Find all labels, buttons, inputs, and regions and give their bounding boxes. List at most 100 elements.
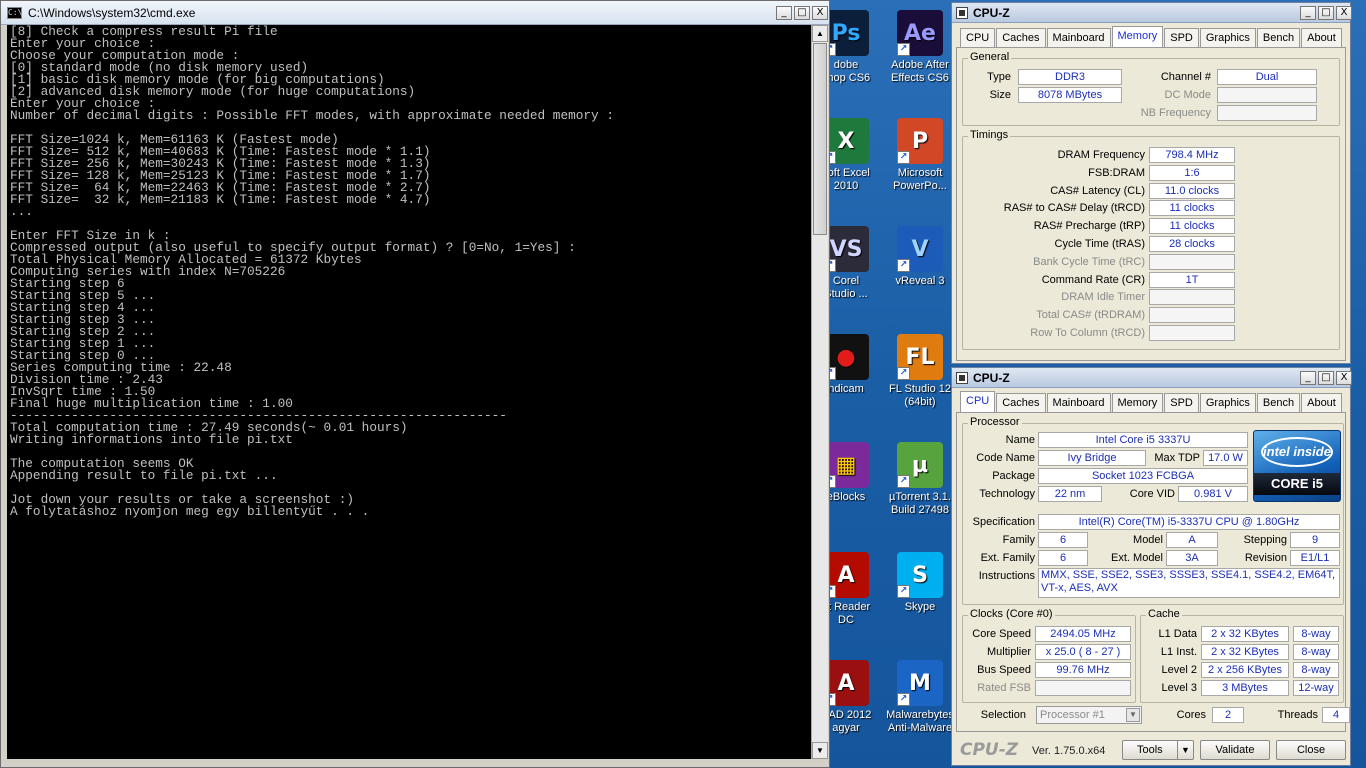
minimize-button[interactable]: _: [1300, 6, 1316, 20]
cache-size-value: 2 x 256 KBytes: [1201, 662, 1289, 678]
tools-button[interactable]: Tools ▼: [1122, 740, 1194, 760]
memory-panel: General Type DDR3 Size 8078 MBytes Chann…: [956, 47, 1346, 361]
desktop-icon[interactable]: µ ↗ µTorrent 3.1. Build 27498: [882, 442, 958, 517]
package-value: Socket 1023 FCBGA: [1038, 468, 1248, 484]
specification-value: Intel(R) Core(TM) i5-3337U CPU @ 1.80GHz: [1038, 514, 1340, 530]
family-value: 6: [1038, 532, 1088, 548]
scroll-thumb[interactable]: [813, 43, 827, 235]
dcmode-value: [1217, 87, 1317, 103]
cpuz-cpu-window-controls: _ □ X: [1300, 371, 1352, 385]
specification-label: Specification: [972, 516, 1035, 528]
cmd-titlebar[interactable]: C:\ C:\Windows\system32\cmd.exe: [1, 1, 829, 25]
tab-memory[interactable]: Memory: [1111, 393, 1164, 412]
cpuz-app-icon: [956, 6, 968, 19]
console-scrollbar[interactable]: ▲ ▼: [811, 25, 828, 759]
maximize-button[interactable]: □: [1318, 371, 1334, 385]
technology-label: Technology: [979, 488, 1035, 500]
selection-value: Processor #1: [1040, 709, 1105, 721]
minimize-button[interactable]: _: [1300, 371, 1316, 385]
cpuz-memory-titlebar[interactable]: CPU-Z: [952, 3, 1350, 23]
console-line: Computing series with index N=705226: [10, 264, 286, 279]
stepping-label: Stepping: [1243, 534, 1287, 546]
minimize-button[interactable]: _: [776, 6, 792, 20]
cpuz-cpu-window[interactable]: CPU-Z _ □ X CPU Caches Mainboard Memory SPD G…: [951, 367, 1352, 766]
maximize-button[interactable]: □: [794, 6, 810, 20]
tab-graphics[interactable]: Graphics: [1199, 393, 1256, 412]
size-label: Size: [989, 89, 1011, 101]
tab-spd[interactable]: SPD: [1164, 393, 1199, 412]
tab-cpu[interactable]: CPU: [960, 28, 996, 47]
threads-label: Threads: [1277, 709, 1318, 721]
scroll-up-button[interactable]: ▲: [812, 25, 828, 42]
timing-label: Command Rate (CR): [1041, 273, 1145, 286]
dropdown-arrow-icon[interactable]: ▼: [1177, 741, 1193, 759]
busspeed-label: Bus Speed: [977, 664, 1031, 676]
tab-about[interactable]: About: [1301, 28, 1342, 47]
desktop-icon[interactable]: P ↗ Microsoft PowerPo...: [882, 118, 958, 193]
desktop-icon[interactable]: FL ↗ FL Studio 12 (64bit): [882, 334, 958, 409]
tab-spd[interactable]: SPD: [1164, 28, 1199, 47]
timing-label: RAS# to CAS# Delay (tRCD): [1003, 202, 1145, 215]
cache-level-label: L1 Data: [1158, 628, 1197, 640]
maximize-button[interactable]: □: [1318, 6, 1334, 20]
window-title: CPU-Z: [973, 5, 1010, 20]
validate-button[interactable]: Validate: [1200, 740, 1270, 760]
tab-caches[interactable]: Caches: [996, 28, 1046, 47]
corevid-label: Core VID: [1129, 488, 1175, 500]
tab-bench[interactable]: Bench: [1256, 393, 1301, 412]
channel-value: Dual: [1217, 69, 1317, 85]
clocks-group: Clocks (Core #0) Core Speed 2494.05 MHz …: [962, 608, 1136, 703]
timings-group: Timings DRAM Frequency 798.4 MHz FSB:DRAM 1…: [962, 129, 1340, 350]
close-button[interactable]: X: [812, 6, 828, 20]
model-label: Model: [1133, 534, 1163, 546]
cache-level-label: Level 2: [1161, 664, 1197, 676]
desktop-icon[interactable]: Ae ↗ Adobe After Effects CS6: [882, 10, 958, 85]
cpuz-memory-window[interactable]: CPU-Z _ □ X CPU Caches Mainboard Memory SPD G…: [951, 2, 1352, 364]
desktop-icon[interactable]: M ↗ Malwarebytes Anti-Malware: [882, 660, 958, 735]
name-label: Name: [1005, 434, 1035, 446]
console-line: Appending result to file pi.txt ...: [10, 468, 278, 483]
tab-about[interactable]: About: [1301, 393, 1342, 412]
close-button[interactable]: X: [1336, 371, 1352, 385]
timing-label: Bank Cycle Time (tRC): [1033, 255, 1145, 268]
desktop-icon[interactable]: S ↗ Skype: [882, 552, 958, 614]
timing-label: DRAM Frequency: [1057, 149, 1145, 161]
tab-bench[interactable]: Bench: [1256, 28, 1301, 47]
close-cpuz-button[interactable]: Close: [1276, 740, 1346, 760]
cpuz-cpu-titlebar[interactable]: CPU-Z: [952, 368, 1350, 388]
app-icon: µ ↗: [897, 442, 943, 488]
technology-value: 22 nm: [1038, 486, 1102, 502]
instructions-value: MMX, SSE, SSE2, SSE3, SSSE3, SSE4.1, SSE…: [1038, 568, 1340, 598]
cache-level-label: Level 3: [1161, 682, 1197, 694]
tab-cpu[interactable]: CPU: [960, 391, 996, 412]
processor-title: Processor: [968, 416, 1022, 428]
shortcut-arrow-icon: ↗: [897, 585, 910, 598]
codename-value: Ivy Bridge: [1038, 450, 1146, 466]
threads-value: 4: [1322, 707, 1350, 723]
chevron-down-icon: ▼: [1126, 708, 1140, 722]
tab-caches[interactable]: Caches: [996, 393, 1046, 412]
desktop-icon[interactable]: V ↗ vReveal 3: [882, 226, 958, 288]
console-output[interactable]: [8] Check a compress result Pi file Enter…: [7, 25, 811, 759]
extfamily-value: 6: [1038, 550, 1088, 566]
corespeed-value: 2494.05 MHz: [1035, 626, 1131, 642]
timing-value: 11.0 clocks: [1149, 182, 1235, 199]
timing-label: Cycle Time (tRAS): [1054, 238, 1145, 250]
cache-size-value: 3 MBytes: [1201, 680, 1289, 696]
tab-mainboard[interactable]: Mainboard: [1046, 393, 1111, 412]
tab-graphics[interactable]: Graphics: [1199, 28, 1256, 47]
cores-label: Cores: [1176, 709, 1206, 721]
tab-mainboard[interactable]: Mainboard: [1046, 28, 1111, 47]
scroll-down-button[interactable]: ▼: [812, 742, 828, 759]
cmd-window[interactable]: C:\ C:\Windows\system32\cmd.exe _ □ X [8…: [0, 0, 830, 768]
window-title: CPU-Z: [973, 370, 1010, 385]
processor-select[interactable]: Processor #1 ▼: [1036, 706, 1142, 724]
nbfreq-value: [1217, 105, 1317, 121]
app-icon: M ↗: [897, 660, 943, 706]
version-text: Ver. 1.75.0.x64: [1032, 745, 1106, 757]
close-button[interactable]: X: [1336, 6, 1352, 20]
cache-way-value: 8-way: [1293, 662, 1339, 678]
tab-memory[interactable]: Memory: [1111, 26, 1164, 47]
shortcut-arrow-icon: ↗: [897, 151, 910, 164]
multiplier-label: Multiplier: [986, 646, 1031, 658]
